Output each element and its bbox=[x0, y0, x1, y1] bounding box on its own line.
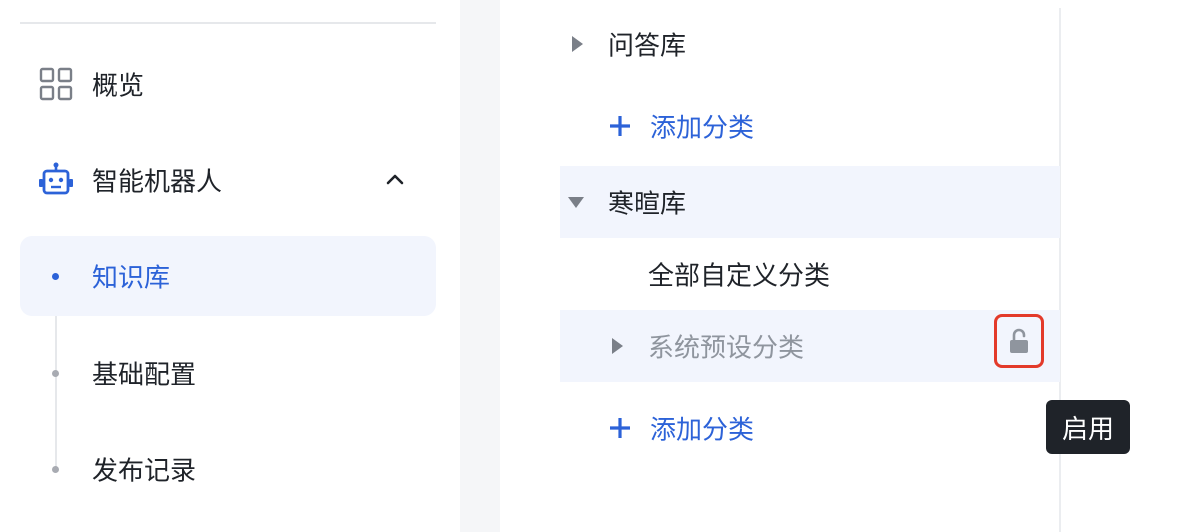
tree-node-greeting-library[interactable]: 寒暄库 bbox=[560, 166, 1060, 238]
sidebar-subitem-knowledge-base[interactable]: 知识库 bbox=[20, 236, 436, 316]
tree-node-label: 问答库 bbox=[608, 31, 687, 62]
sidebar-subitem-basic-config[interactable]: 基础配置 bbox=[20, 333, 436, 413]
sidebar-item-label: 概览 bbox=[92, 71, 145, 102]
enable-tooltip: 启用 bbox=[1046, 400, 1130, 454]
caret-down-icon[interactable] bbox=[568, 197, 584, 208]
caret-right-icon[interactable] bbox=[572, 36, 583, 52]
unlock-icon bbox=[1010, 328, 1028, 353]
bullet-dot bbox=[52, 466, 59, 473]
caret-right-icon[interactable] bbox=[612, 338, 623, 354]
tree-node-label: 寒暄库 bbox=[608, 189, 687, 220]
plus-icon bbox=[610, 418, 630, 438]
sidebar-divider bbox=[20, 22, 436, 24]
grid-icon bbox=[39, 67, 73, 101]
sidebar-item-robot[interactable]: 智能机器人 bbox=[20, 148, 436, 212]
robot-icon bbox=[39, 162, 73, 195]
sidebar-subitem-label: 基础配置 bbox=[92, 360, 197, 391]
add-category-button[interactable]: 添加分类 bbox=[560, 392, 1060, 464]
tree-node-label: 全部自定义分类 bbox=[648, 261, 831, 292]
sidebar-subitem-label: 发布记录 bbox=[92, 456, 197, 487]
sidebar: 概览 智能机器人 知识库 基础配置 发布记录 bbox=[0, 0, 460, 532]
add-category-button[interactable]: 添加分类 bbox=[560, 90, 1060, 162]
sidebar-item-overview[interactable]: 概览 bbox=[20, 52, 436, 116]
tree-node-qa-library[interactable]: 问答库 bbox=[560, 8, 1060, 80]
enable-lock-button[interactable] bbox=[994, 314, 1044, 368]
tree-node-system-preset[interactable]: 系统预设分类 bbox=[560, 310, 1060, 382]
bullet-dot bbox=[52, 370, 59, 377]
plus-icon bbox=[610, 116, 630, 136]
panel-gap bbox=[460, 0, 500, 532]
sidebar-subitem-publish-records[interactable]: 发布记录 bbox=[20, 429, 436, 509]
add-category-label: 添加分类 bbox=[650, 113, 755, 144]
tree-node-label: 系统预设分类 bbox=[648, 333, 805, 364]
add-category-label: 添加分类 bbox=[650, 415, 755, 446]
tree-node-all-custom[interactable]: 全部自定义分类 bbox=[560, 238, 1060, 310]
sidebar-subitem-label: 知识库 bbox=[92, 263, 171, 294]
chevron-up-icon[interactable] bbox=[384, 169, 406, 191]
sidebar-item-label: 智能机器人 bbox=[92, 167, 223, 198]
bullet-dot bbox=[52, 273, 59, 280]
